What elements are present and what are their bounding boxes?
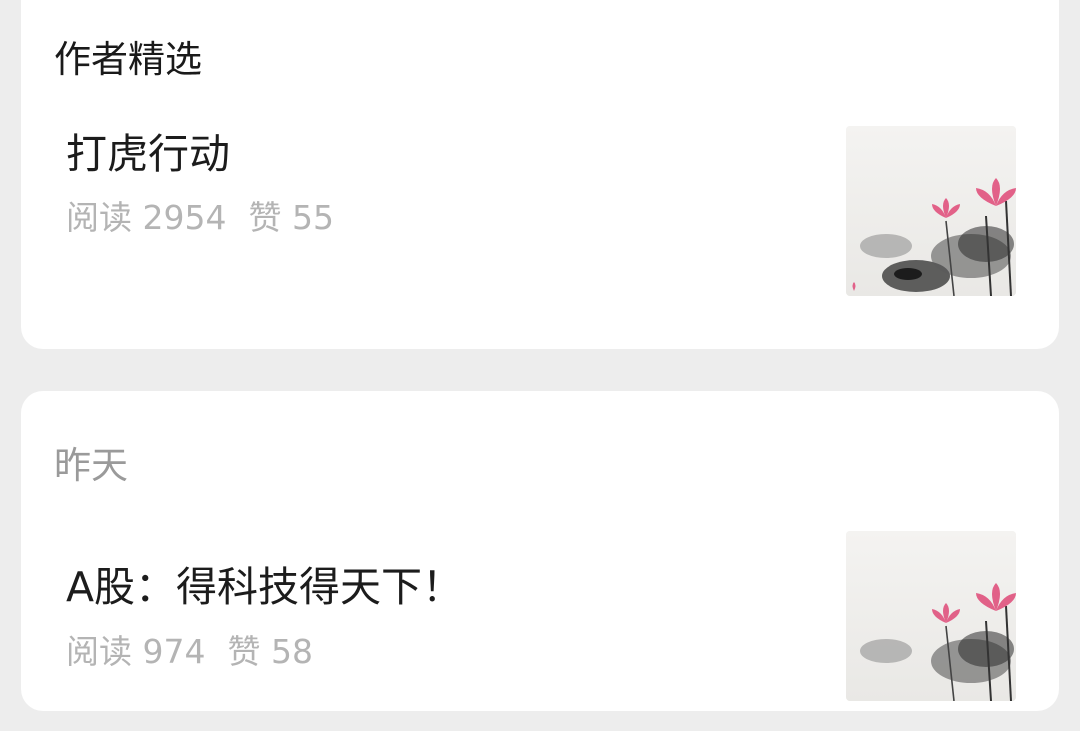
lotus-thumbnail-icon[interactable] (846, 126, 1016, 296)
likes-stat: 赞 55 (248, 198, 334, 237)
article-meta: 阅读 974 赞 58 (66, 635, 313, 668)
likes-count: 55 (291, 198, 334, 237)
reads-label: 阅读 (66, 198, 132, 237)
likes-count: 58 (271, 632, 313, 671)
reads-count: 2954 (142, 198, 227, 237)
likes-label: 赞 (248, 198, 282, 237)
lotus-thumbnail-icon[interactable] (846, 531, 1016, 701)
reads-stat: 阅读 974 (66, 632, 206, 671)
likes-stat: 赞 58 (228, 632, 314, 671)
recent-card: 昨天 A股：得科技得天下！ 阅读 974 赞 58 (21, 391, 1059, 711)
article-meta: 阅读 2954 赞 55 (66, 201, 334, 234)
article-item[interactable]: A股：得科技得天下！ 阅读 974 赞 58 (21, 531, 1059, 731)
reads-label: 阅读 (66, 632, 132, 671)
featured-section-title: 作者精选 (54, 38, 202, 81)
article-item[interactable]: 打虎行动 阅读 2954 赞 55 (21, 126, 1059, 296)
article-title[interactable]: A股：得科技得天下！ (66, 567, 463, 608)
featured-card: 作者精选 打虎行动 阅读 2954 赞 55 (21, 0, 1059, 349)
article-title[interactable]: 打虎行动 (66, 134, 230, 175)
likes-label: 赞 (227, 632, 261, 671)
reads-count: 974 (142, 632, 206, 671)
date-header: 昨天 (54, 444, 128, 487)
reads-stat: 阅读 2954 (66, 198, 226, 237)
